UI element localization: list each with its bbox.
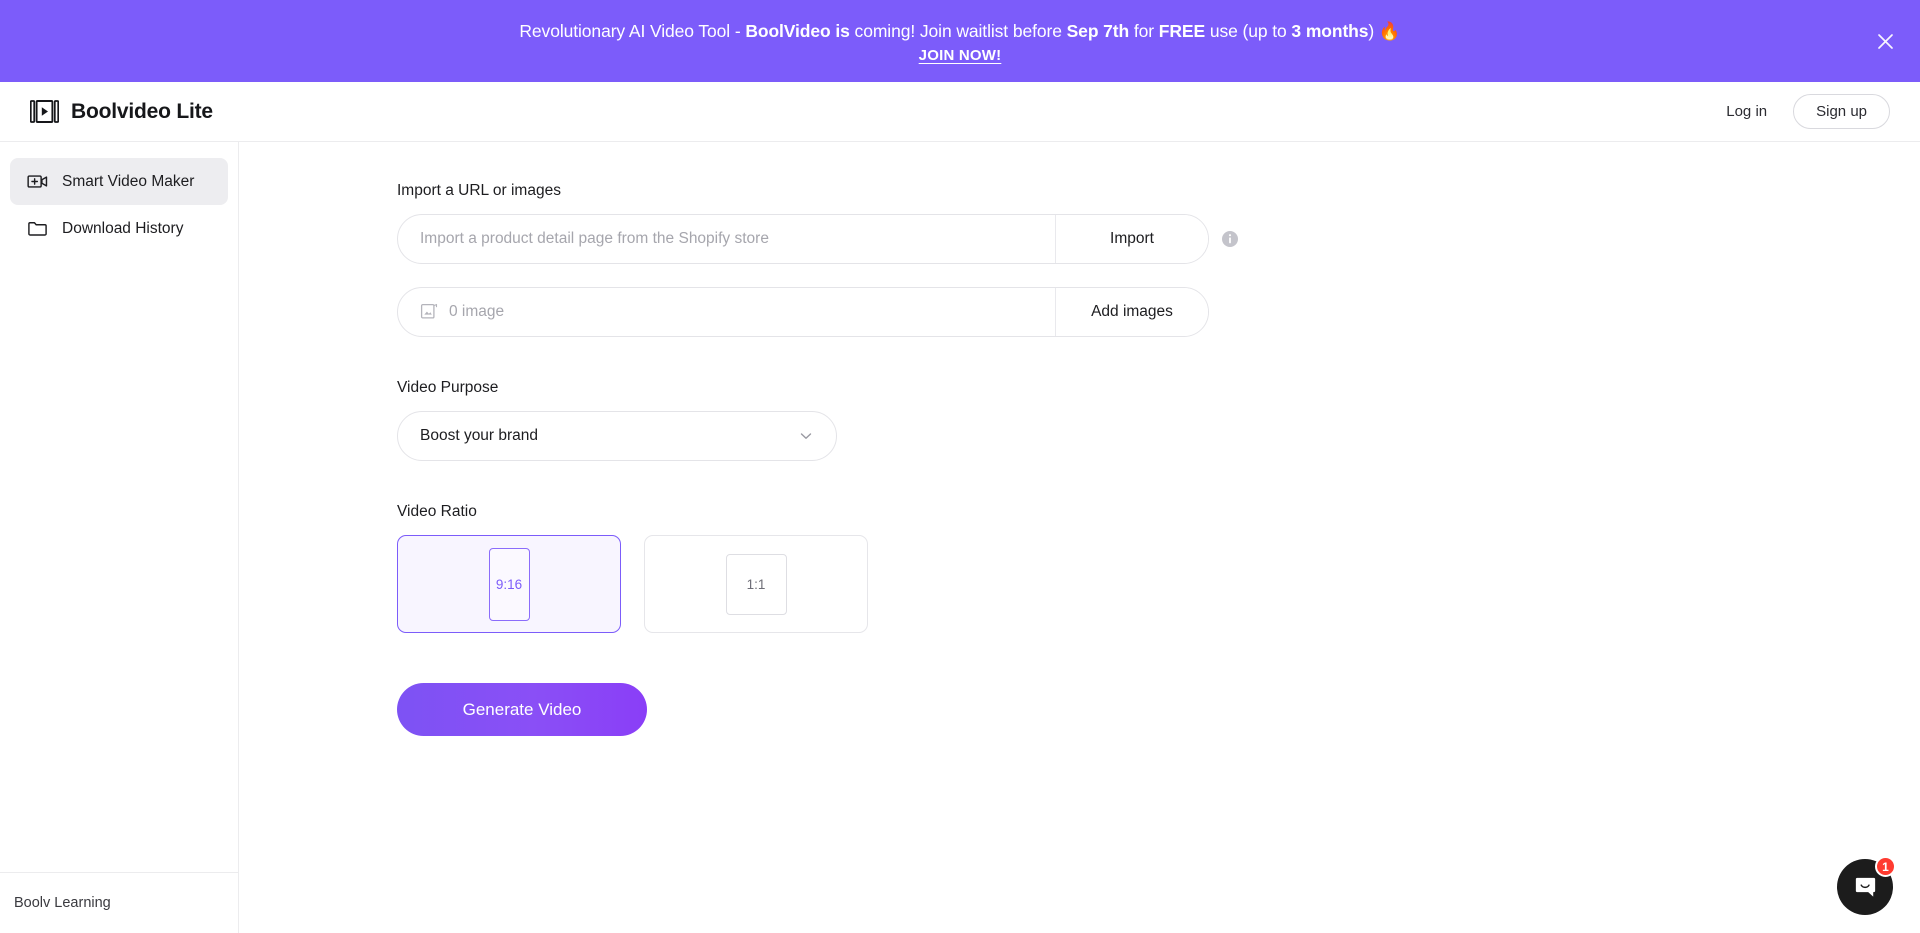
sidebar-item-smart-video-maker[interactable]: Smart Video Maker [10, 158, 228, 205]
promo-brand: BoolVideo is [745, 21, 849, 41]
import-url-row: Import [397, 214, 1920, 264]
signup-button[interactable]: Sign up [1793, 94, 1890, 129]
import-url-input-group: Import [397, 214, 1209, 264]
ratio-thumb-label: 9:16 [489, 548, 530, 621]
sidebar-item-label: Download History [62, 220, 183, 238]
info-icon[interactable] [1221, 230, 1239, 248]
app-header: Boolvideo Lite Log in Sign up [0, 82, 1920, 142]
images-count-field[interactable]: 0 image [398, 288, 1055, 336]
sidebar: Smart Video Maker Download History Boolv… [0, 142, 239, 933]
image-placeholder-icon [420, 303, 438, 321]
brand-logo-group[interactable]: Boolvideo Lite [30, 98, 213, 125]
promo-suffix: ) 🔥 [1368, 21, 1400, 41]
main-content: Import a URL or images Import [239, 142, 1920, 933]
boolv-learning-link[interactable]: Boolv Learning [14, 895, 238, 933]
video-ratio-label: Video Ratio [397, 503, 1920, 521]
folder-icon [26, 218, 48, 240]
import-section-label: Import a URL or images [397, 182, 1920, 200]
generate-video-button[interactable]: Generate Video [397, 683, 647, 736]
header-actions: Log in Sign up [1726, 94, 1890, 129]
import-url-input[interactable] [398, 215, 1055, 263]
video-ratio-option-9-16[interactable]: 9:16 [397, 535, 621, 633]
spacer [397, 337, 1920, 379]
spacer [397, 264, 1920, 287]
promo-close-button[interactable] [1872, 28, 1898, 54]
promo-free: FREE [1159, 21, 1205, 41]
video-purpose-label: Video Purpose [397, 379, 1920, 397]
promo-date: Sep 7th [1067, 21, 1130, 41]
import-button[interactable]: Import [1056, 215, 1208, 263]
page-layout: Smart Video Maker Download History Boolv… [0, 142, 1920, 933]
add-images-button[interactable]: Add images [1056, 288, 1208, 336]
promo-mid3: use (up to [1205, 21, 1291, 41]
chevron-down-icon [798, 428, 814, 444]
close-icon [1877, 33, 1894, 50]
video-purpose-select[interactable]: Boost your brand [397, 411, 837, 461]
images-count-label: 0 image [449, 303, 504, 321]
video-ratio-options: 9:16 1:1 [397, 535, 1920, 633]
chat-bubble-icon [1852, 874, 1879, 901]
brand-name: Boolvideo Lite [71, 100, 213, 124]
video-maker-form: Import a URL or images Import [239, 142, 1920, 736]
promo-join-now-link[interactable]: JOIN NOW! [919, 47, 1002, 64]
promo-prefix: Revolutionary AI Video Tool - [519, 21, 745, 41]
chat-widget-button[interactable]: 1 [1837, 859, 1893, 915]
chat-unread-badge: 1 [1875, 856, 1896, 877]
sidebar-item-download-history[interactable]: Download History [10, 205, 228, 252]
video-plus-icon [26, 171, 48, 193]
add-images-row: 0 image Add images [397, 287, 1209, 337]
promo-banner-text: Revolutionary AI Video Tool - BoolVideo … [519, 19, 1400, 43]
promo-mid2: for [1129, 21, 1159, 41]
promo-banner: Revolutionary AI Video Tool - BoolVideo … [0, 0, 1920, 82]
video-purpose-value: Boost your brand [420, 427, 538, 445]
promo-months: 3 months [1291, 21, 1368, 41]
ratio-thumb-label: 1:1 [726, 554, 787, 615]
spacer [397, 461, 1920, 503]
sidebar-item-label: Smart Video Maker [62, 173, 194, 191]
promo-mid: coming! Join waitlist before [850, 21, 1067, 41]
login-link[interactable]: Log in [1726, 103, 1767, 120]
video-ratio-option-1-1[interactable]: 1:1 [644, 535, 868, 633]
video-logo-icon [30, 98, 59, 125]
sidebar-footer: Boolv Learning [0, 872, 238, 933]
